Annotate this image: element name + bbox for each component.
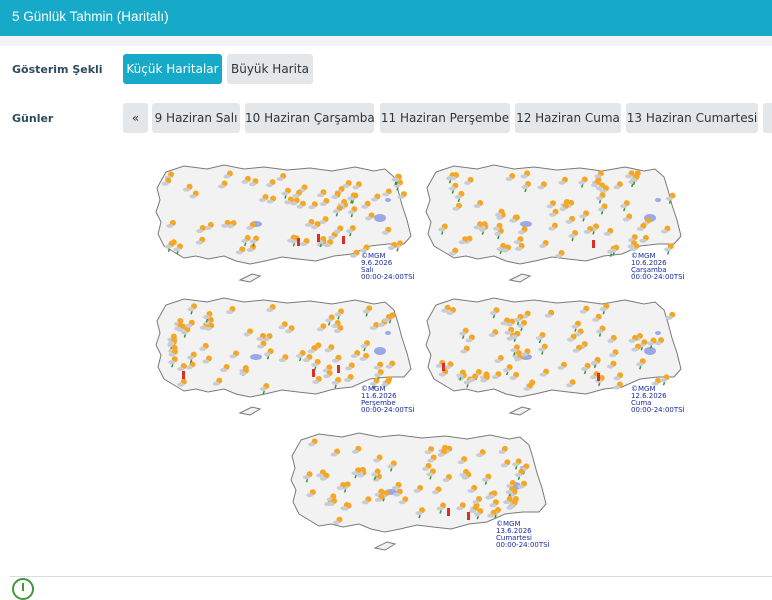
days-nav: « 9 Haziran Salı 10 Haziran Çarşamba 11 … (0, 103, 772, 133)
thunderstorm-icon (297, 238, 300, 246)
turkey-outline (290, 432, 547, 533)
forecast-map[interactable]: ©MGM 10.6.2026 Çarşamba 00:00-24:00TSİ (422, 160, 692, 290)
map-caption-time: 00:00-24:00TSİ (631, 273, 685, 281)
lake (520, 221, 532, 227)
tab-day-13-haziran[interactable]: 13 Haziran Cumartesi (626, 103, 758, 133)
display-mode-group: Küçük Haritalar Büyük Harita (0, 54, 772, 84)
partly-cloudy-icon (665, 311, 676, 320)
lake (374, 214, 386, 222)
days-next-button[interactable]: » (763, 103, 772, 133)
header-divider (0, 36, 772, 46)
forecast-map[interactable]: ©MGM 13.6.2026 Cumartesi 00:00-24:00TSİ (287, 428, 557, 558)
map-caption-time: 00:00-24:00TSİ (361, 406, 415, 414)
footer-divider (10, 576, 772, 577)
thunderstorm-icon (337, 365, 340, 373)
cyprus-outline (508, 406, 532, 416)
page-title: 5 Günlük Tahmin (Haritalı) (12, 9, 169, 24)
lake (385, 331, 391, 335)
tab-day-10-haziran[interactable]: 10 Haziran Çarşamba (245, 103, 375, 133)
lake (250, 354, 262, 360)
large-map-button[interactable]: Büyük Harita (227, 54, 313, 84)
thunderstorm-icon (597, 373, 600, 381)
tab-day-9-haziran[interactable]: 9 Haziran Salı (152, 103, 240, 133)
forecast-map[interactable]: ©MGM 9.6.2026 Salı 00:00-24:00TSİ (152, 160, 422, 290)
map-caption: ©MGM 13.6.2026 Cumartesi 00:00-24:00TSİ (496, 521, 550, 549)
map-caption: ©MGM 11.6.2026 Perşembe 00:00-24:00TSİ (361, 386, 415, 414)
days-prev-button[interactable]: « (123, 103, 148, 133)
page-header: 5 Günlük Tahmin (Haritalı) (0, 0, 772, 36)
thunderstorm-icon (442, 363, 445, 371)
small-maps-button[interactable]: Küçük Haritalar (123, 54, 222, 84)
thunderstorm-icon (342, 236, 345, 244)
thunderstorm-icon (447, 508, 450, 516)
forecast-map[interactable]: ©MGM 12.6.2026 Cuma 00:00-24:00TSİ (422, 293, 692, 423)
map-caption-time: 00:00-24:00TSİ (631, 406, 685, 414)
map-caption-time: 00:00-24:00TSİ (361, 273, 415, 281)
thunderstorm-icon (312, 369, 315, 377)
forecast-map[interactable]: ©MGM 11.6.2026 Perşembe 00:00-24:00TSİ (152, 293, 422, 423)
thunderstorm-icon (317, 234, 320, 242)
map-caption: ©MGM 10.6.2026 Çarşamba 00:00-24:00TSİ (631, 253, 685, 281)
cyprus-outline (238, 406, 262, 416)
thunderstorm-icon (592, 240, 595, 248)
tab-day-12-haziran[interactable]: 12 Haziran Cuma (515, 103, 621, 133)
lake (655, 331, 661, 335)
lake (374, 347, 386, 355)
tab-day-11-haziran[interactable]: 11 Haziran Perşembe (380, 103, 510, 133)
thunderstorm-icon (182, 371, 185, 379)
thunderstorm-icon (467, 512, 470, 520)
cyprus-outline (373, 541, 397, 551)
cyprus-outline (508, 273, 532, 283)
map-caption: ©MGM 12.6.2026 Cuma 00:00-24:00TSİ (631, 386, 685, 414)
map-caption: ©MGM 9.6.2026 Salı 00:00-24:00TSİ (361, 253, 415, 281)
map-caption-time: 00:00-24:00TSİ (496, 541, 550, 549)
clock-icon (12, 578, 34, 600)
cyprus-outline (238, 273, 262, 283)
lake (655, 198, 661, 202)
lake (385, 198, 391, 202)
